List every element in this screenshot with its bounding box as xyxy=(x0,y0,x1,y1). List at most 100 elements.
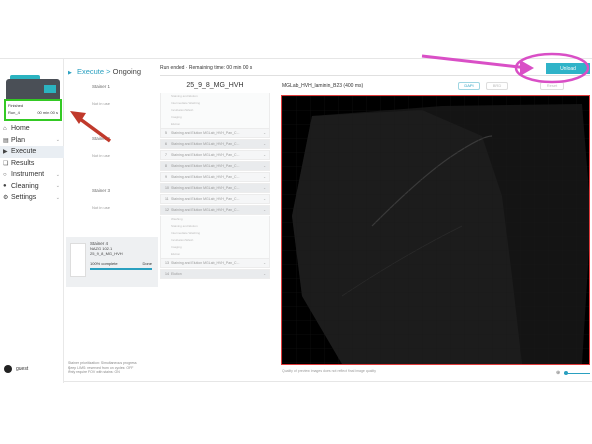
chevron-down-icon: ⌄ xyxy=(55,183,60,190)
chevron-down-icon: ⌄ xyxy=(263,131,266,135)
protocol-step[interactable]: 10 Staining and Elution MGLab_HVH_Pan_C..… xyxy=(160,183,270,193)
zoom-icon: ⊕ xyxy=(556,370,561,376)
chevron-down-icon: ⌄ xyxy=(263,142,266,146)
avatar xyxy=(4,365,12,373)
chevron-down-icon: ⌄ xyxy=(55,137,60,144)
protocol-title: 25_9_8_MG_HVH xyxy=(186,82,244,89)
results-icon: ❏ xyxy=(3,160,9,167)
stainer-protocol: 25_9_8_MG_HVH xyxy=(90,251,123,256)
slide-thumbnail xyxy=(70,243,86,277)
step-label: Staining and Elution MGLab_HVH_Pan_C... xyxy=(171,153,240,157)
stainer-card[interactable]: Stainer 2 Not in use xyxy=(66,133,158,185)
step-label: Staining and Elution MGLab_HVH_Pan_C... xyxy=(171,261,240,265)
nav-item-settings[interactable]: ⚙ Settings ⌄ xyxy=(0,192,64,204)
nav-item-execute[interactable]: ▶ Execute xyxy=(0,146,64,158)
play-icon: ▶ xyxy=(3,149,8,156)
step-label: Staining and Elution MGLab_HVH_Pan_C... xyxy=(171,175,240,179)
instrument-status-box[interactable]: Finished Run_4 00 min 00 s xyxy=(4,99,62,121)
nav-item-results[interactable]: ❏ Results xyxy=(0,158,64,170)
stainer-name: Stainer 1 xyxy=(92,84,111,89)
stainer-card-active[interactable]: Stainer 4 NAZG 102.1 25_9_8_MG_HVH 100% … xyxy=(66,237,158,287)
chevron-down-icon: ⌄ xyxy=(263,175,266,179)
protocol-step[interactable]: 11 Staining and Elution MGLab_HVH_Pan_C..… xyxy=(160,194,270,204)
step-label: Staining and Elution MGLab_HVH_Pan_C... xyxy=(171,164,240,168)
chevron-down-icon: ⌄ xyxy=(263,197,266,201)
chevron-down-icon: ⌄ xyxy=(263,261,266,265)
nav-item-cleaning[interactable]: ● Cleaning ⌄ xyxy=(0,181,64,193)
tissue-image xyxy=(282,96,589,364)
stainer-status: Not in use xyxy=(92,205,111,210)
settings-line: Stainer prioritization: Simultaneous pro… xyxy=(68,361,137,365)
instrument-icon: ○ xyxy=(3,171,7,178)
collapse-icon[interactable]: ▶ xyxy=(68,70,72,76)
settings-line: Only require FOV with stains: ON xyxy=(68,370,120,374)
step-label: Staining and Elution MGLab_HVH_Pan_C... xyxy=(171,131,240,135)
nav-item-label: Execute xyxy=(11,148,37,156)
protocol-step[interactable]: 9 Staining and Elution MGLab_HVH_Pan_C...… xyxy=(160,172,270,182)
breadcrumb-separator: > xyxy=(106,67,111,76)
stainer-name: Stainer 3 xyxy=(92,188,111,193)
stainer-name: Stainer 2 xyxy=(92,136,111,141)
breadcrumb: ▶ Execute > Ongoing xyxy=(68,67,141,76)
protocol-substep: Incubation/Wash xyxy=(160,107,270,114)
step-label: Staining and Elution MGLab_HVH_Pan_C... xyxy=(171,208,240,212)
settings-summary: Stainer prioritization: Simultaneous pro… xyxy=(68,361,137,375)
divider xyxy=(160,75,590,76)
brd-button[interactable]: BRD xyxy=(486,82,508,90)
breadcrumb-current: Ongoing xyxy=(112,67,141,76)
chevron-down-icon: ⌄ xyxy=(55,171,60,178)
stainer-list: Stainer 1 Not in use Stainer 2 Not in us… xyxy=(66,81,158,371)
step-label: Elution xyxy=(171,272,182,276)
protocol-substep: Imaging xyxy=(160,114,270,121)
stainer-status: Not in use xyxy=(92,101,111,106)
chevron-down-icon: ⌄ xyxy=(263,153,266,157)
nav-item-label: Cleaning xyxy=(11,182,39,190)
nav-item-home[interactable]: ⌂ Home xyxy=(0,123,64,135)
chevron-down-icon: ⌄ xyxy=(263,186,266,190)
run-status: Run ended · Remaining time: 00 min 00 s xyxy=(160,65,253,71)
gear-icon: ⚙ xyxy=(3,195,9,202)
home-icon: ⌂ xyxy=(3,125,7,132)
stainer-card[interactable]: Stainer 1 Not in use xyxy=(66,81,158,133)
unload-button[interactable]: Unload xyxy=(546,63,590,74)
protocol-steps: Staining and Elution Intermediate Washing… xyxy=(160,93,270,279)
breadcrumb-parent[interactable]: Execute xyxy=(77,67,104,76)
chevron-down-icon: ⌄ xyxy=(263,164,266,168)
protocol-substep: Staining and Elution xyxy=(160,93,270,100)
dapi-button[interactable]: DAPI xyxy=(458,82,480,90)
protocol-step[interactable]: 6 Staining and Elution MGLab_HVH_Pan_C...… xyxy=(160,139,270,149)
image-viewer[interactable] xyxy=(281,95,590,365)
progress-status: Done xyxy=(142,261,152,266)
protocol-step[interactable]: 13 Staining and Elution MGLab_HVH_Pan_C..… xyxy=(160,258,270,268)
nav-item-label: Settings xyxy=(11,194,37,202)
zoom-slider[interactable]: ⊕ xyxy=(556,370,590,376)
user-menu[interactable]: guest ⋮ xyxy=(4,365,72,373)
nav-item-plan[interactable]: ▤ Plan ⌄ xyxy=(0,135,64,147)
nav-item-label: Plan xyxy=(11,136,26,144)
nav-item-instrument[interactable]: ○ Instrument ⌄ xyxy=(0,169,64,181)
instrument-time: 00 min 00 s xyxy=(37,110,58,115)
reset-button[interactable]: Reset xyxy=(540,82,564,90)
zoom-handle[interactable] xyxy=(564,371,568,375)
app-window: Finished Run_4 00 min 00 s ⌂ Home ▤ Plan… xyxy=(0,58,592,383)
nav-item-label: Results xyxy=(11,159,35,167)
chevron-down-icon: ⌄ xyxy=(263,208,266,212)
nav-item-label: Home xyxy=(11,125,30,133)
step-label: Staining and Elution MGLab_HVH_Pan_C... xyxy=(171,142,240,146)
protocol-step[interactable]: 5 Staining and Elution MGLab_HVH_Pan_C...… xyxy=(160,128,270,138)
protocol-substep: Elution xyxy=(160,121,270,128)
step-label: Staining and Elution MGLab_HVH_Pan_C... xyxy=(171,197,240,201)
protocol-step[interactable]: 8 Staining and Elution MGLab_HVH_Pan_C...… xyxy=(160,161,270,171)
protocol-step[interactable]: 7 Staining and Elution MGLab_HVH_Pan_C...… xyxy=(160,150,270,160)
progress-label: 100% complete xyxy=(90,261,118,266)
protocol-step[interactable]: 14 Elution ⌄ xyxy=(160,269,270,279)
protocol-step[interactable]: 12 Staining and Elution MGLab_HVH_Pan_C..… xyxy=(160,205,270,215)
stainer-status: Not in use xyxy=(92,153,111,158)
protocol-substep: Intermediate Washing xyxy=(160,230,270,237)
chevron-down-icon: ⌄ xyxy=(55,194,60,201)
drop-icon: ● xyxy=(3,183,7,190)
instrument-run: Run_4 xyxy=(8,110,20,115)
image-title: MGLab_HVH_laminin_B23 (400 ms) xyxy=(282,83,364,89)
stainer-card[interactable]: Stainer 3 Not in use xyxy=(66,185,158,237)
plan-icon: ▤ xyxy=(3,137,9,144)
